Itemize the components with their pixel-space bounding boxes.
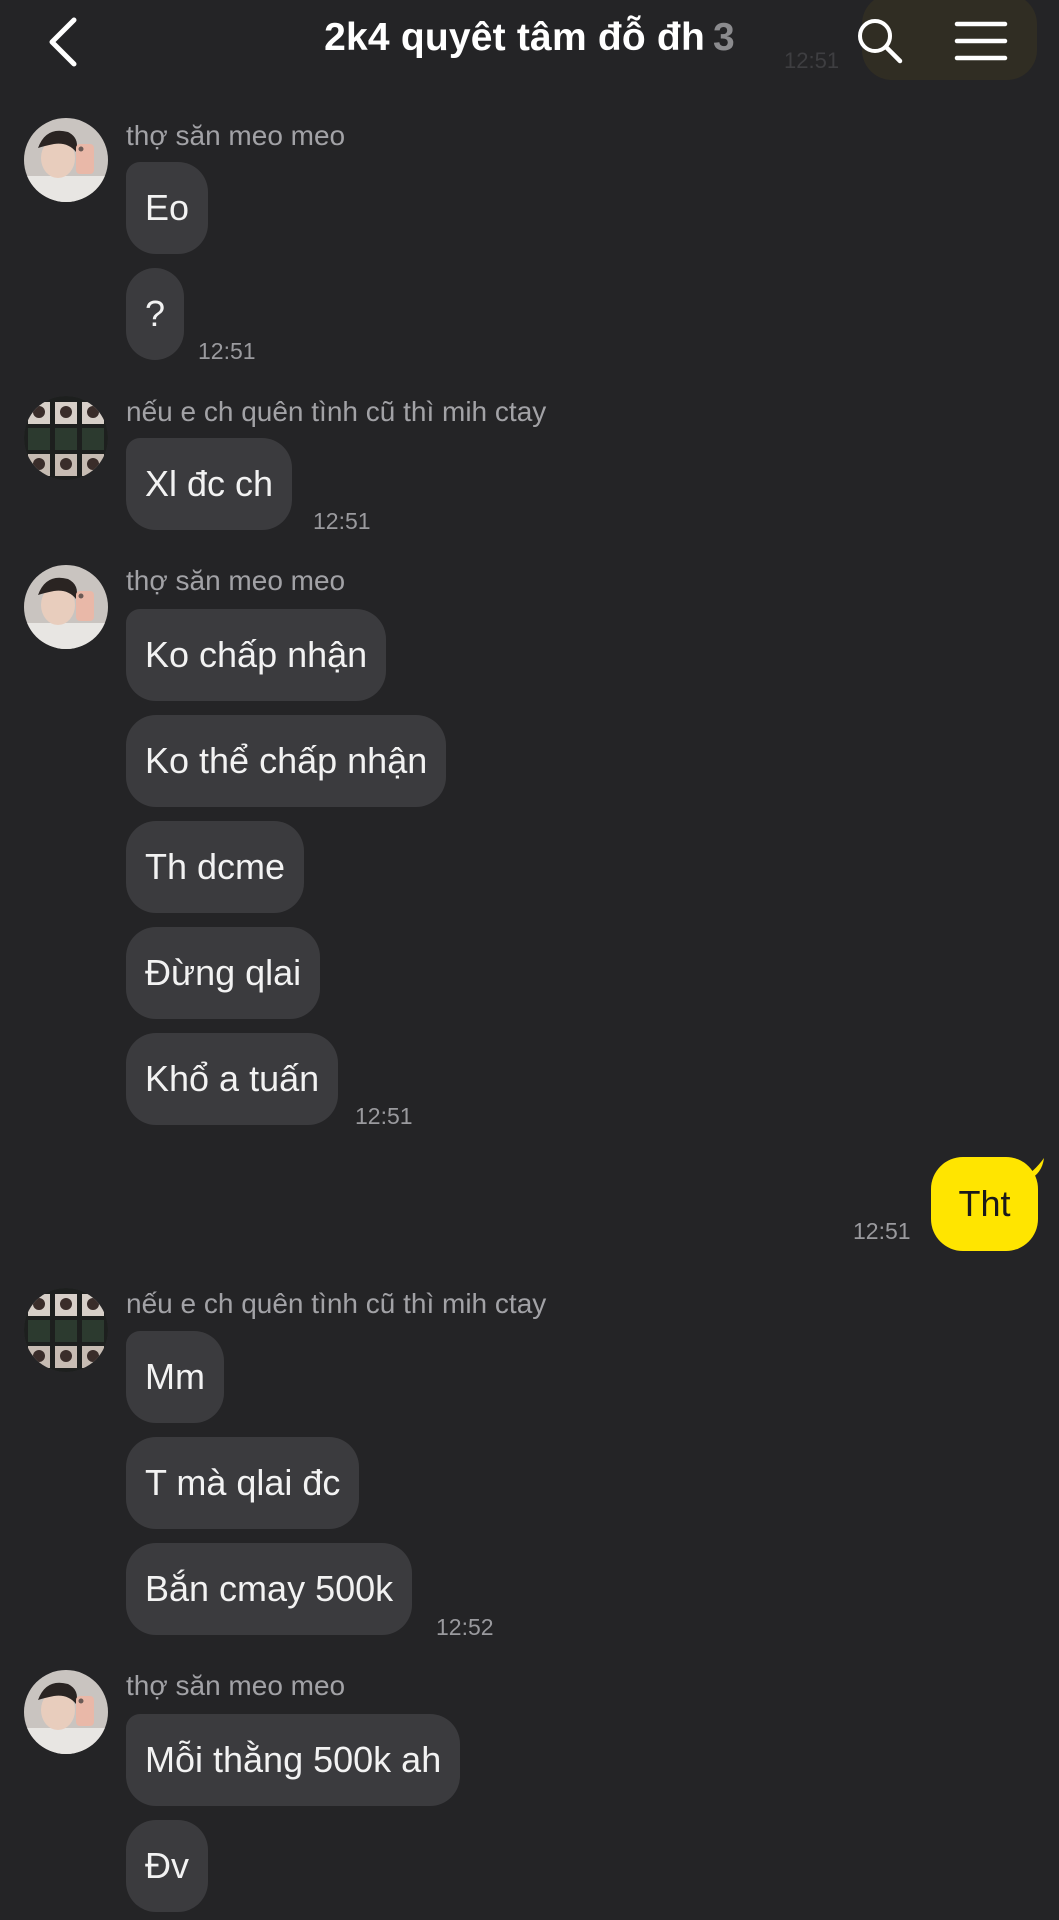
message-bubble[interactable]: Ko chấp nhận [126, 609, 387, 701]
sender-name: thợ săn meo meo [126, 120, 346, 151]
message-bubble[interactable]: Đừng qlai [126, 927, 321, 1019]
chat-title-text: 2k4 quyêt tâm đỗ đh [324, 16, 705, 59]
my-message-timestamp: 12:51 [853, 1218, 911, 1244]
message-bubble[interactable]: Bắn cmay 500k [126, 1543, 413, 1635]
member-count: 3 [712, 16, 735, 59]
message-bubble[interactable]: Khổ a tuấn [126, 1033, 339, 1125]
avatar-tho-san-meo-meo[interactable] [24, 1670, 108, 1754]
avatar-photo-selfie [24, 1670, 108, 1754]
avatar-photo-grid [24, 396, 108, 480]
avatar-photo-selfie [24, 565, 108, 649]
message-bubble[interactable]: Th dcme [126, 821, 305, 913]
my-message-bubble[interactable]: Tht [931, 1157, 1038, 1251]
message-bubble[interactable]: Mm [126, 1331, 224, 1423]
message-timestamp: 12:51 [355, 1103, 413, 1129]
message-timestamp: 12:51 [313, 508, 371, 534]
message-bubble[interactable]: ? [126, 268, 185, 360]
sender-name: thợ săn meo meo [126, 565, 346, 596]
message-timestamp: 12:51 [198, 338, 256, 364]
avatar-tho-san-meo-meo[interactable] [24, 118, 108, 202]
chat-screen: 12:51 2k4 quyêt tâm đỗ đh 3 thợ săn meo … [0, 0, 1059, 1920]
avatar-neu-e-ch-quen[interactable] [24, 1288, 108, 1372]
avatar-photo-grid [24, 1288, 108, 1372]
message-bubble[interactable]: Eo [126, 162, 209, 254]
sender-name: nếu e ch quên tình cũ thì mih ctay [126, 396, 547, 427]
avatar-neu-e-ch-quen[interactable] [24, 396, 108, 480]
message-timestamp: 12:52 [436, 1614, 494, 1640]
hamburger-menu-icon [954, 21, 1008, 61]
message-bubble[interactable]: Đv [126, 1820, 208, 1912]
sender-name: nếu e ch quên tình cũ thì mih ctay [126, 1288, 547, 1319]
search-icon [858, 19, 903, 64]
message-bubble[interactable]: Ko thể chấp nhận [126, 715, 447, 807]
avatar-photo-selfie [24, 118, 108, 202]
message-bubble[interactable]: Mỗi thằng 500k ah [126, 1714, 461, 1806]
menu-button[interactable] [954, 20, 1008, 62]
avatar-tho-san-meo-meo[interactable] [24, 565, 108, 649]
message-bubble[interactable]: T mà qlai đc [126, 1437, 360, 1529]
chat-header: 12:51 2k4 quyêt tâm đỗ đh 3 [0, 0, 1059, 90]
search-button[interactable] [855, 16, 905, 66]
sender-name: thợ săn meo meo [126, 1670, 346, 1701]
message-bubble[interactable]: Xl đc ch [126, 438, 293, 530]
